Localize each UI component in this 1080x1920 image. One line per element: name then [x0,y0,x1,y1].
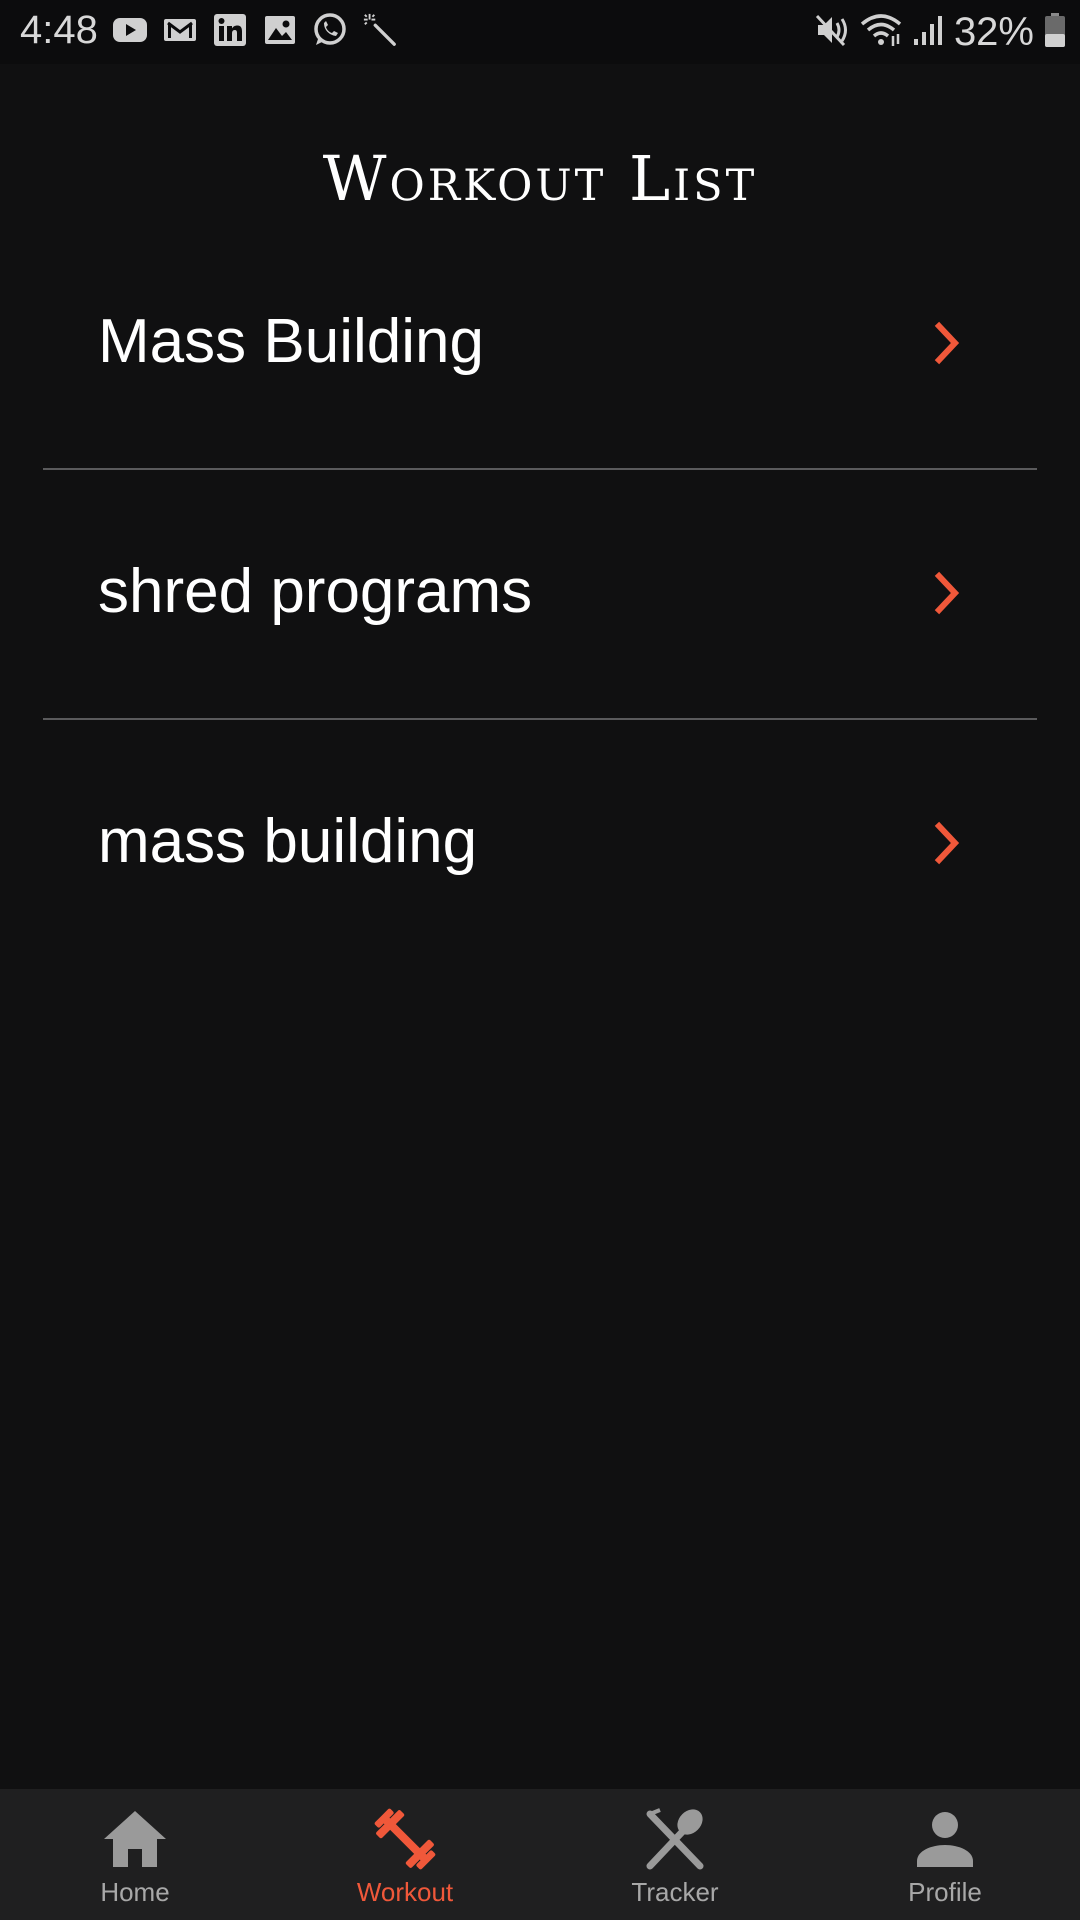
youtube-icon [112,12,148,48]
person-icon [909,1803,981,1875]
magic-wand-icon [362,12,398,48]
system-status-icons: 32% [814,10,1066,55]
nav-label-home: Home [100,1877,170,1907]
signal-icon [912,13,944,52]
wifi-icon [860,12,902,53]
gmail-icon [162,12,198,48]
workout-item-mass-building-2[interactable]: mass building [43,720,1037,968]
whatsapp-icon [312,12,348,48]
nav-label-tracker: Tracker [631,1877,719,1907]
battery-percent: 32% [953,10,1034,54]
notification-icons [112,12,398,48]
status-bar: 4:48 32% [0,0,1080,64]
linkedin-icon [212,12,248,48]
chevron-right-icon [923,568,973,618]
nav-item-profile[interactable]: Profile [810,1789,1080,1920]
workout-list-screen: 4:48 32% Workout List Mass Building shre… [0,0,1080,1920]
workout-item-label: mass building [98,807,478,876]
nav-item-home[interactable]: Home [0,1789,270,1920]
nav-item-workout[interactable]: Workout [270,1789,540,1920]
mute-icon [814,12,850,53]
battery-icon [1044,12,1066,53]
nav-label-workout: Workout [356,1877,454,1907]
chevron-right-icon [923,318,973,368]
status-time: 4:48 [20,8,98,52]
gallery-icon [262,12,298,48]
chevron-right-icon [923,818,973,868]
page-title: Workout List [322,141,758,215]
fork-spoon-icon [639,1803,711,1875]
bottom-navigation: Home Workout Tracker Profile [0,1789,1080,1920]
workout-item-shred-programs[interactable]: shred programs [43,470,1037,720]
workout-item-mass-building[interactable]: Mass Building [43,220,1037,470]
workout-item-label: shred programs [98,557,533,626]
nav-label-profile: Profile [908,1877,982,1907]
nav-item-tracker[interactable]: Tracker [540,1789,810,1920]
home-icon [99,1803,171,1875]
dumbbell-icon [369,1803,441,1875]
workout-list: Mass Building shred programs mass buildi… [43,220,1037,968]
workout-item-label: Mass Building [98,307,484,376]
